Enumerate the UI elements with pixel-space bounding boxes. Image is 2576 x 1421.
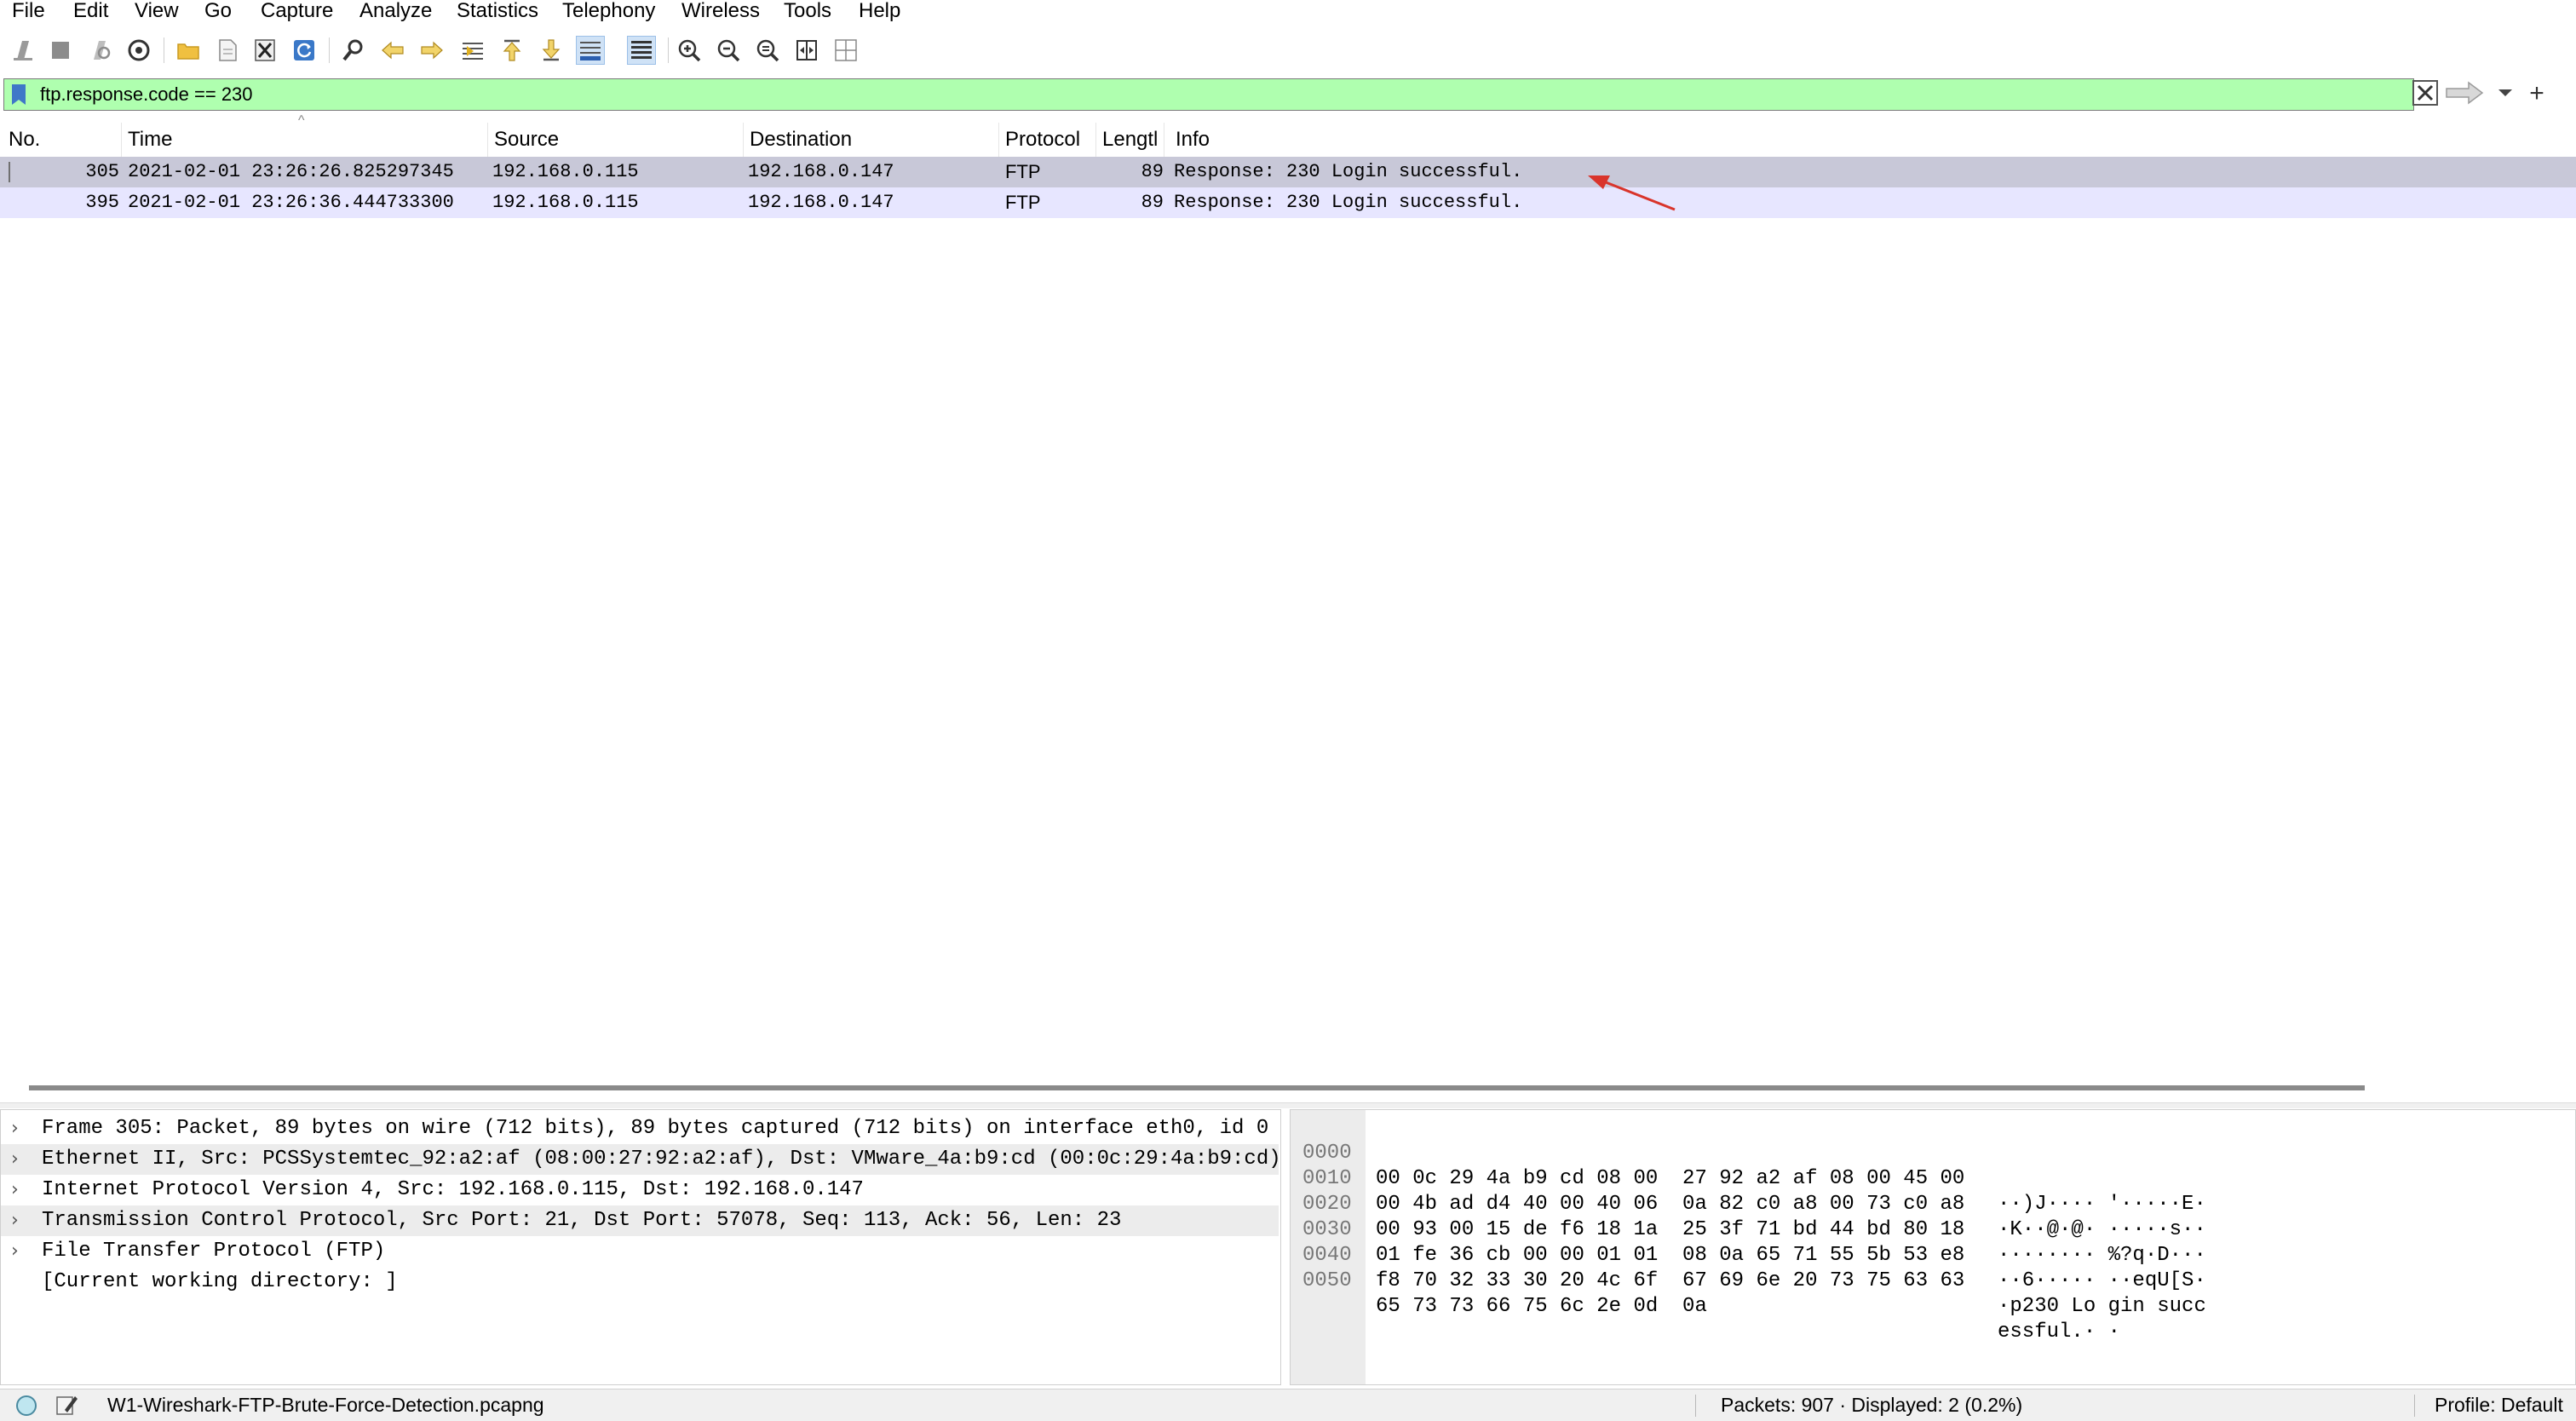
configuration-profile[interactable]: Profile: Default bbox=[2435, 1389, 2563, 1421]
bytes-row[interactable]: 0000 00 0c 29 4a b9 cd 08 00 27 92 a2 af… bbox=[1291, 1115, 2568, 1216]
scrollbar-thumb[interactable] bbox=[29, 1085, 2365, 1090]
details-tree-item-cwd[interactable]: [Current working directory: ] bbox=[1, 1267, 1279, 1297]
bytes-hex: f8 70 32 33 30 20 4c 6f 67 69 6e 20 73 7… bbox=[1376, 1269, 1965, 1292]
bytes-ascii: essful.· · bbox=[1998, 1320, 2121, 1343]
details-tree-item-tcp[interactable]: › Transmission Control Protocol, Src Por… bbox=[1, 1205, 1279, 1236]
expand-chevron-icon[interactable]: › bbox=[11, 1236, 32, 1267]
details-tree-item-ftp[interactable]: › File Transfer Protocol (FTP) bbox=[1, 1236, 1279, 1267]
bytes-row[interactable]: 0030 01 fe 36 cb 00 00 01 01 08 0a 65 71… bbox=[1291, 1192, 2568, 1292]
expand-chevron-icon[interactable]: › bbox=[11, 1144, 32, 1175]
packet-count-status: Packets: 907 · Displayed: 2 (0.2%) bbox=[1721, 1394, 2023, 1416]
expand-chevron-icon[interactable]: › bbox=[11, 1113, 32, 1144]
packet-list-horizontal-scrollbar[interactable] bbox=[0, 1072, 2576, 1101]
details-item-text: [Current working directory: ] bbox=[42, 1270, 398, 1293]
expand-chevron-icon[interactable]: › bbox=[11, 1205, 32, 1236]
bytes-row[interactable]: 0040 f8 70 32 33 30 20 4c 6f 67 69 6e 20… bbox=[1291, 1217, 2568, 1318]
details-item-text: Frame 305: Packet, 89 bytes on wire (712… bbox=[42, 1117, 1269, 1140]
details-item-text: Transmission Control Protocol, Src Port:… bbox=[42, 1209, 1122, 1232]
packet-details-pane: › Frame 305: Packet, 89 bytes on wire (7… bbox=[0, 1109, 1281, 1385]
details-tree-item-ipv4[interactable]: › Internet Protocol Version 4, Src: 192.… bbox=[1, 1175, 1279, 1205]
status-bar: W1-Wireshark-FTP-Brute-Force-Detection.p… bbox=[0, 1389, 2576, 1421]
details-item-text: File Transfer Protocol (FTP) bbox=[42, 1240, 386, 1263]
bytes-hex: 65 73 73 66 75 6c 2e 0d 0a bbox=[1376, 1295, 1707, 1318]
status-divider bbox=[1695, 1395, 1696, 1417]
bytes-row[interactable]: 0020 00 93 00 15 de f6 18 1a 25 3f 71 bd… bbox=[1291, 1166, 2568, 1267]
annotation-arrow bbox=[1588, 175, 1676, 211]
bytes-offset: 0050 bbox=[1302, 1269, 1352, 1292]
bytes-ascii: ·p230 Lo gin succ bbox=[1998, 1295, 2206, 1318]
packet-bytes-pane: 0000 00 0c 29 4a b9 cd 08 00 27 92 a2 af… bbox=[1290, 1109, 2576, 1385]
bytes-row[interactable]: 0050 65 73 73 66 75 6c 2e 0d 0a essful.·… bbox=[1291, 1243, 2568, 1343]
details-tree-item-ethernet[interactable]: › Ethernet II, Src: PCSSystemtec_92:a2:a… bbox=[1, 1144, 1281, 1175]
capture-comment-icon[interactable] bbox=[55, 1393, 78, 1417]
expand-chevron-icon[interactable]: › bbox=[11, 1175, 32, 1205]
status-divider bbox=[2414, 1395, 2415, 1417]
details-tree-item-frame[interactable]: › Frame 305: Packet, 89 bytes on wire (7… bbox=[1, 1113, 1279, 1144]
capture-file-name: W1-Wireshark-FTP-Brute-Force-Detection.p… bbox=[107, 1394, 544, 1416]
bytes-row[interactable]: 0010 00 4b ad d4 40 00 40 06 0a 82 c0 a8… bbox=[1291, 1141, 2568, 1241]
packet-list-empty-area[interactable] bbox=[0, 218, 2576, 1070]
pane-splitter[interactable] bbox=[0, 1102, 2576, 1108]
expert-info-icon[interactable] bbox=[15, 1395, 37, 1417]
details-item-text: Internet Protocol Version 4, Src: 192.16… bbox=[42, 1178, 864, 1201]
bytes-ascii: ··6····· ··eqU[S· bbox=[1998, 1269, 2206, 1292]
details-item-text: Ethernet II, Src: PCSSystemtec_92:a2:af … bbox=[42, 1148, 1281, 1171]
